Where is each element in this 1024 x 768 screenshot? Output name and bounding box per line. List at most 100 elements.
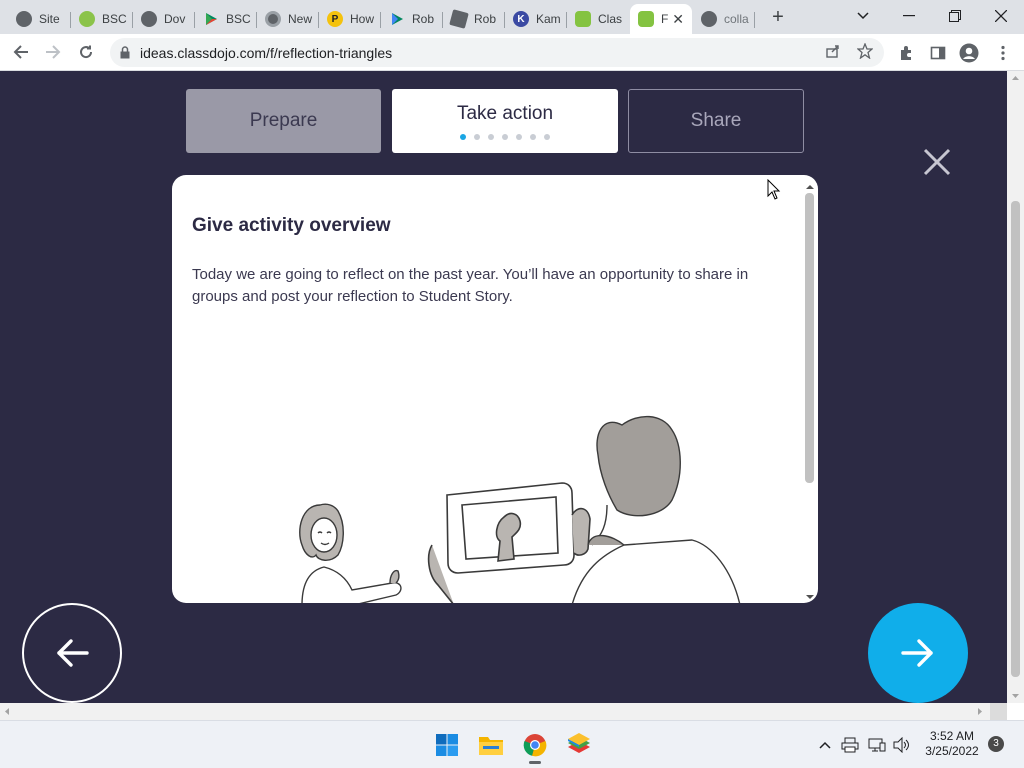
browser-tab[interactable]: Site [8, 4, 71, 34]
network-icon[interactable] [866, 731, 888, 759]
browser-tab[interactable]: Clas [567, 4, 629, 34]
chevron-down-icon [857, 12, 869, 20]
close-icon [995, 10, 1007, 22]
tab-label: New [288, 12, 313, 26]
previous-step-button[interactable] [22, 603, 122, 703]
menu-kebab-icon[interactable] [993, 43, 1013, 63]
step-take-action-button[interactable]: Take action [392, 89, 618, 153]
scrollbar-corner [990, 703, 1007, 720]
k-icon: K [513, 11, 529, 27]
next-step-button[interactable] [868, 603, 968, 703]
url-text[interactable]: ideas.classdojo.com/f/reflection-triangl… [140, 45, 392, 61]
profile-avatar-icon[interactable] [959, 43, 979, 63]
scroll-up-arrow-icon[interactable] [1007, 73, 1024, 83]
scroll-thumb[interactable] [1011, 201, 1020, 677]
restore-icon [949, 10, 961, 22]
tab-label: Dov [164, 12, 186, 26]
progress-dot[interactable] [544, 133, 550, 140]
step-take-action-label: Take action [456, 102, 554, 124]
browser-tab-strip: Site BSC Dov BSC New P How Rob Rob K Kam… [0, 0, 1024, 34]
scroll-right-arrow-icon[interactable] [975, 703, 985, 720]
share-icon[interactable] [825, 43, 845, 63]
restore-button[interactable] [932, 0, 978, 32]
play-store-icon [203, 11, 219, 27]
card-scrollbar[interactable] [802, 183, 818, 601]
address-bar[interactable]: ideas.classdojo.com/f/reflection-triangl… [110, 38, 884, 67]
windows-start-icon[interactable] [433, 731, 461, 759]
close-tab-icon[interactable]: ✕ [672, 11, 684, 28]
lock-icon[interactable] [120, 46, 130, 59]
progress-dot[interactable] [502, 133, 508, 140]
android-icon [79, 11, 95, 27]
mouse-cursor-icon [767, 179, 781, 200]
scroll-up-arrow-icon[interactable] [802, 183, 818, 191]
system-clock[interactable]: 3:52 AM 3/25/2022 [918, 729, 986, 759]
tab-label: How [350, 12, 375, 26]
page-vertical-scrollbar[interactable] [1007, 71, 1024, 703]
scroll-down-arrow-icon[interactable] [1007, 691, 1024, 701]
progress-dot[interactable] [474, 133, 480, 140]
step-prepare-button[interactable]: Prepare [186, 89, 381, 153]
globe-icon [701, 11, 717, 27]
arrow-right-icon [46, 45, 61, 59]
tab-search-button[interactable] [840, 0, 886, 32]
forward-nav-button[interactable] [40, 39, 66, 65]
globe-icon [16, 11, 32, 27]
tab-label: Site [39, 12, 60, 26]
card-title: Give activity overview [192, 215, 391, 236]
students-illustration [299, 415, 741, 603]
tab-label: colla [724, 12, 749, 26]
card-body-text: Today we are going to reflect on the pas… [192, 266, 749, 305]
browser-tab[interactable]: P How [319, 4, 381, 34]
browser-tab[interactable]: New [257, 4, 319, 34]
classdojo-icon [575, 11, 591, 27]
step-share-button[interactable]: Share [628, 89, 804, 153]
minimize-button[interactable] [886, 0, 932, 32]
printer-icon[interactable] [839, 731, 861, 759]
tab-label: Kam [536, 12, 561, 26]
windows-taskbar: 3:52 AM 3/25/2022 3 [0, 720, 1024, 768]
chrome-taskbar-icon[interactable] [521, 731, 549, 764]
progress-dot[interactable] [530, 133, 536, 140]
new-tab-button[interactable]: + [767, 6, 789, 28]
close-icon [923, 148, 951, 176]
browser-tab[interactable]: Rob [381, 4, 443, 34]
scroll-left-arrow-icon[interactable] [2, 703, 12, 720]
classdojo-icon [638, 11, 654, 27]
browser-tab-active[interactable]: F ✕ [630, 4, 692, 34]
reload-icon [80, 45, 93, 59]
scroll-thumb[interactable] [805, 193, 814, 483]
bookmark-star-icon[interactable] [856, 42, 877, 63]
browser-tab[interactable]: Dov [133, 4, 195, 34]
progress-dot[interactable] [488, 133, 494, 140]
back-nav-button[interactable] [8, 39, 34, 65]
arrow-left-icon [13, 45, 28, 59]
chrome-icon [265, 11, 281, 27]
minimize-icon [903, 15, 915, 17]
scroll-down-arrow-icon[interactable] [802, 593, 818, 601]
close-window-button[interactable] [978, 0, 1024, 32]
extensions-icon[interactable] [896, 43, 916, 63]
browser-tab[interactable]: BSC [195, 4, 257, 34]
file-explorer-icon[interactable] [477, 731, 505, 759]
chevron-up-icon[interactable] [815, 731, 835, 759]
activity-card: Give activity overview Today we are goin… [172, 175, 818, 603]
browser-toolbar: ideas.classdojo.com/f/reflection-triangl… [0, 34, 1024, 71]
reload-button[interactable] [73, 39, 99, 65]
browser-tab[interactable]: K Kam [505, 4, 567, 34]
close-modal-button[interactable] [919, 144, 955, 180]
browser-tab[interactable]: BSC [71, 4, 133, 34]
globe-icon [141, 11, 157, 27]
side-panel-icon[interactable] [928, 43, 948, 63]
volume-icon[interactable] [891, 731, 913, 759]
progress-dot[interactable] [516, 133, 522, 140]
notification-badge[interactable]: 3 [988, 736, 1004, 752]
page-horizontal-scrollbar[interactable] [0, 703, 1007, 720]
progress-dots [456, 133, 554, 140]
browser-tab[interactable]: colla [693, 4, 755, 34]
bluestacks-icon[interactable] [565, 731, 593, 759]
step-prepare-label: Prepare [249, 110, 318, 131]
arrow-left-icon [57, 639, 89, 667]
progress-dot-active[interactable] [460, 133, 466, 140]
browser-tab[interactable]: Rob [443, 4, 505, 34]
